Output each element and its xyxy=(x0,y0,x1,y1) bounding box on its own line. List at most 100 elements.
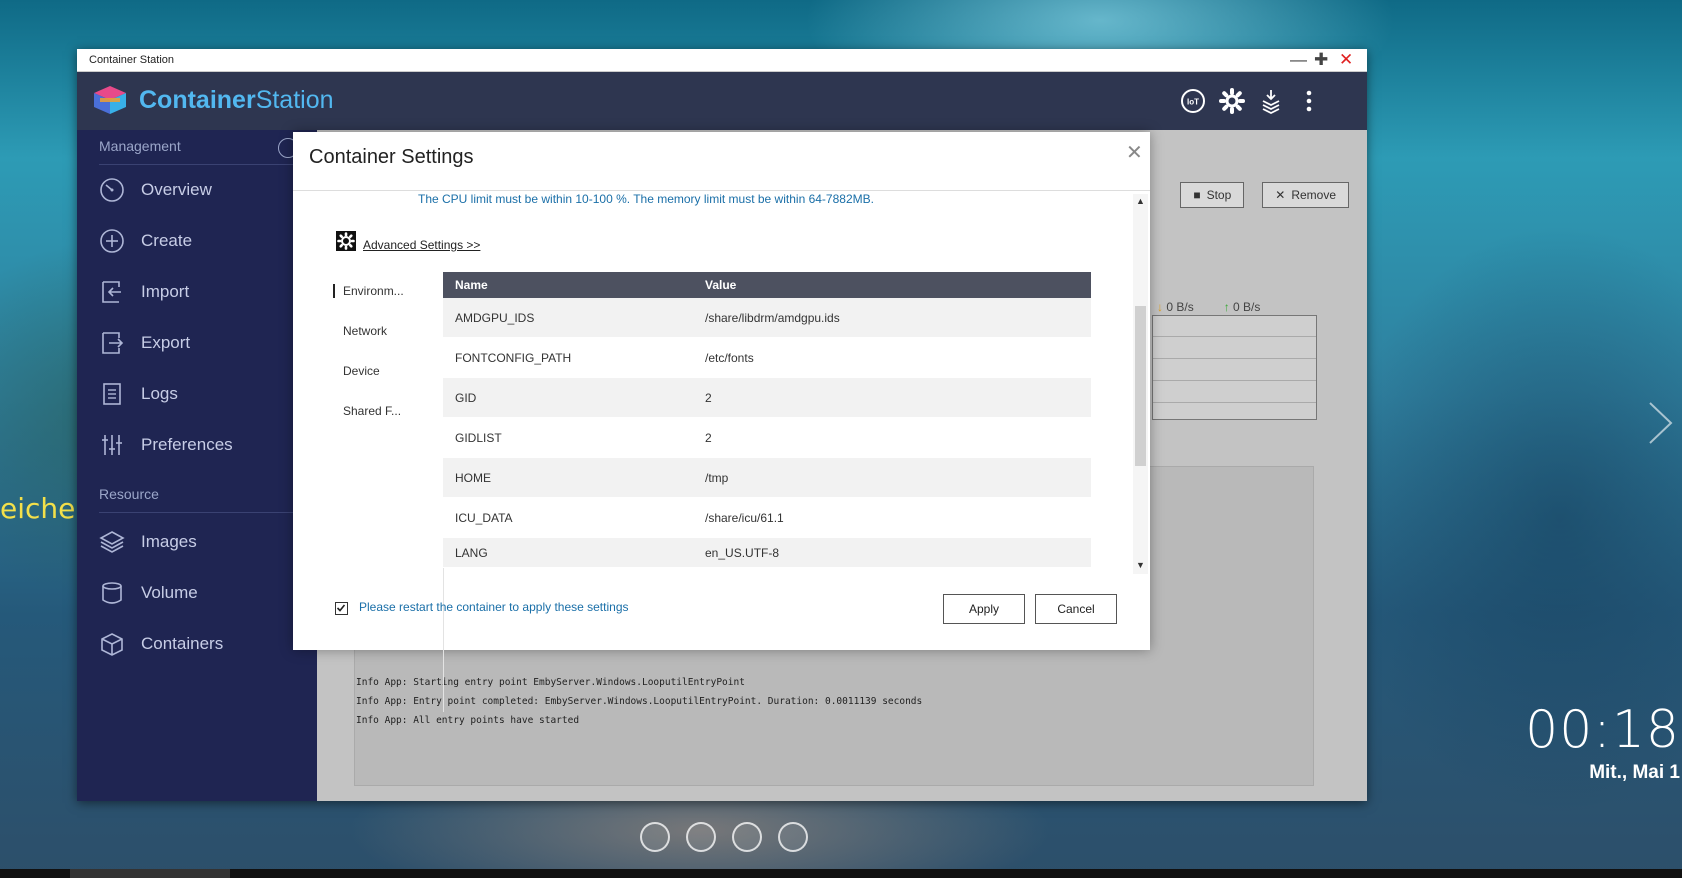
table-row[interactable]: ICU_DATA /share/icu/61.1 xyxy=(443,498,1091,538)
sidebar-item-create[interactable]: Create xyxy=(99,219,314,263)
x-icon: ✕ xyxy=(1275,188,1286,202)
dock-back-icon[interactable] xyxy=(686,822,716,852)
sidebar-item-volume[interactable]: Volume xyxy=(99,571,314,615)
cube-icon xyxy=(101,633,123,656)
column-header-name[interactable]: Name xyxy=(443,278,705,292)
env-value: /share/icu/61.1 xyxy=(705,510,784,525)
env-name: HOME xyxy=(455,470,491,485)
graph-gridline xyxy=(1153,402,1316,403)
desktop-widget-label: eicher xyxy=(0,492,87,525)
stop-button-label: Stop xyxy=(1206,188,1232,202)
cancel-button[interactable]: Cancel xyxy=(1035,594,1117,624)
iot-icon[interactable]: IoT xyxy=(1179,87,1207,115)
table-body: AMDGPU_IDS /share/libdrm/amdgpu.ids FONT… xyxy=(443,298,1091,568)
column-header-value[interactable]: Value xyxy=(705,278,1091,292)
dock-notes-icon[interactable] xyxy=(778,822,808,852)
chevron-right-icon[interactable] xyxy=(1645,400,1675,446)
container-station-logo-icon xyxy=(94,86,126,114)
env-name: AMDGPU_IDS xyxy=(455,310,535,325)
window-titlebar[interactable]: Container Station — ✚ ✕ xyxy=(77,49,1367,72)
remove-button[interactable]: ✕ Remove xyxy=(1262,182,1349,208)
env-value: /share/libdrm/amdgpu.ids xyxy=(705,310,840,325)
log-line: Info App: All entry points have started xyxy=(356,715,580,726)
sidebar-item-logs[interactable]: Logs xyxy=(99,372,314,416)
env-name: FONTCONFIG_PATH xyxy=(455,350,572,365)
sidebar-item-label: Overview xyxy=(141,180,212,199)
document-icon xyxy=(103,383,121,405)
table-row[interactable]: HOME /tmp xyxy=(443,458,1091,498)
env-value: 2 xyxy=(705,430,712,445)
sidebar-divider xyxy=(99,512,314,513)
table-row[interactable]: FONTCONFIG_PATH /etc/fonts xyxy=(443,338,1091,378)
env-name: GIDLIST xyxy=(455,430,502,445)
table-row[interactable]: AMDGPU_IDS /share/libdrm/amdgpu.ids xyxy=(443,298,1091,338)
limits-notice: The CPU limit must be within 10-100 %. T… xyxy=(418,192,874,206)
env-value: 2 xyxy=(705,390,712,405)
graph-gridline xyxy=(1153,358,1316,359)
table-row[interactable]: GID 2 xyxy=(443,378,1091,418)
clock-date: Mit., Mai 1 xyxy=(1589,762,1680,783)
import-icon xyxy=(102,281,121,303)
window-title: Container Station xyxy=(89,54,174,66)
table-header: Name Value xyxy=(443,272,1091,298)
plus-circle-icon xyxy=(100,229,124,253)
gauge-icon xyxy=(100,178,124,202)
dock-cloud-icon[interactable] xyxy=(640,822,670,852)
env-name: GID xyxy=(455,390,477,405)
advanced-settings-link[interactable]: Advanced Settings >> xyxy=(363,238,480,252)
env-value: /tmp xyxy=(705,470,729,485)
sidebar-divider xyxy=(99,164,314,165)
apply-button[interactable]: Apply xyxy=(943,594,1025,624)
close-icon[interactable]: ✕ xyxy=(1126,140,1143,165)
app-brand-name: ContainerStation xyxy=(139,86,334,115)
stack-download-icon[interactable] xyxy=(1257,87,1285,115)
scroll-down-icon[interactable]: ▼ xyxy=(1136,560,1145,570)
sidebar-item-import[interactable]: Import xyxy=(99,270,314,314)
sidebar-item-label: Create xyxy=(141,231,193,250)
arrow-down-icon: ↓ xyxy=(1157,300,1163,314)
dock-columns-icon[interactable] xyxy=(732,822,762,852)
scroll-up-icon[interactable]: ▲ xyxy=(1136,196,1145,206)
sidebar-item-overview[interactable]: Overview xyxy=(99,168,314,212)
brand-name-bold: Container xyxy=(139,86,256,114)
brand-name-regular: Station xyxy=(255,86,334,114)
more-vertical-icon[interactable] xyxy=(1295,87,1323,115)
layers-icon xyxy=(99,531,125,553)
remove-button-label: Remove xyxy=(1291,188,1336,202)
download-rate-value: 0 B/s xyxy=(1166,300,1194,314)
env-value: en_US.UTF-8 xyxy=(705,545,780,560)
table-row[interactable]: GIDLIST 2 xyxy=(443,418,1091,458)
scrollbar-thumb[interactable] xyxy=(1135,306,1146,466)
minimize-icon[interactable]: — xyxy=(1290,51,1307,69)
sidebar-item-containers[interactable]: Containers xyxy=(99,622,314,666)
network-graph xyxy=(1152,315,1317,420)
cylinder-icon xyxy=(102,582,122,604)
graph-gridline xyxy=(1153,336,1316,337)
tab-shared-folders[interactable]: Shared F... xyxy=(335,404,425,418)
table-row[interactable]: LANG en_US.UTF-8 xyxy=(443,538,1091,568)
close-icon[interactable]: ✕ xyxy=(1339,51,1353,69)
gear-icon[interactable] xyxy=(1218,87,1246,115)
tab-environment[interactable]: Environm... xyxy=(333,284,423,298)
env-value: /etc/fonts xyxy=(705,350,754,365)
sidebar-item-preferences[interactable]: Preferences xyxy=(99,423,314,467)
sidebar-item-export[interactable]: Export xyxy=(99,321,314,365)
taskbar xyxy=(0,869,1682,878)
graph-gridline xyxy=(1153,380,1316,381)
sidebar-item-label: Logs xyxy=(141,384,178,403)
stop-icon: ■ xyxy=(1193,188,1201,202)
restart-notice: Please restart the container to apply th… xyxy=(359,600,629,614)
tab-device[interactable]: Device xyxy=(335,364,425,378)
clock-time: 00:18 xyxy=(1525,700,1680,760)
sidebar-item-label: Images xyxy=(141,532,197,551)
dialog-scrollbar[interactable]: ▲ ▼ xyxy=(1133,194,1148,574)
settings-gear-icon xyxy=(336,231,356,251)
stop-button[interactable]: ■ Stop xyxy=(1180,182,1245,208)
taskbar-item[interactable] xyxy=(70,869,230,878)
restart-checkbox[interactable] xyxy=(335,602,348,615)
svg-text:IoT: IoT xyxy=(1187,98,1199,107)
env-name: ICU_DATA xyxy=(455,510,513,525)
sidebar-item-images[interactable]: Images xyxy=(99,520,314,564)
tab-network[interactable]: Network xyxy=(335,324,425,338)
maximize-icon[interactable]: ✚ xyxy=(1314,51,1328,69)
